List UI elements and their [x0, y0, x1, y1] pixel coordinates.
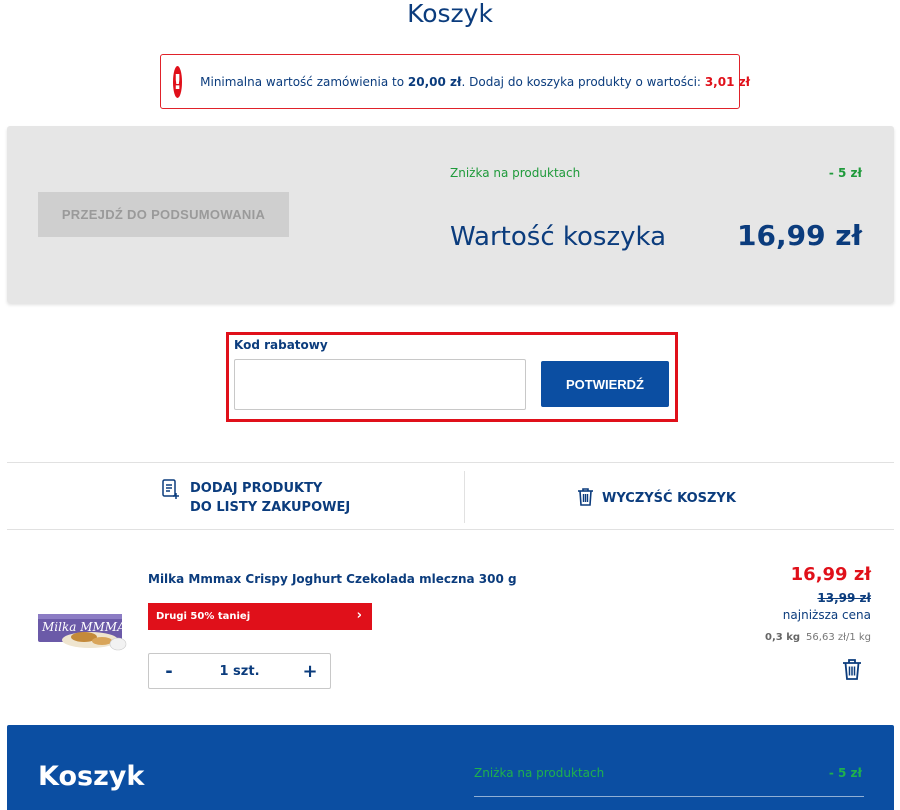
product-name[interactable]: Milka Mmmax Crispy Joghurt Czekolada mle… — [148, 572, 517, 586]
add-to-list-label: DODAJ PRODUKTY DO LISTY ZAKUPOWEJ — [190, 479, 350, 517]
promo-label: Drugi 50% taniej — [156, 611, 251, 622]
alert-prefix: Minimalna wartość zamówienia to — [200, 74, 405, 89]
confirm-coupon-button[interactable]: POTWIERDŹ — [541, 361, 669, 407]
actions-divider — [464, 471, 465, 523]
discount-value: - 5 zł — [828, 166, 862, 180]
cart-actions: DODAJ PRODUKTY DO LISTY ZAKUPOWEJ WYCZYŚ… — [7, 462, 894, 530]
clear-cart-button[interactable]: WYCZYŚĆ KOSZYK — [577, 487, 736, 510]
coupon-section: Kod rabatowy POTWIERDŹ — [226, 332, 678, 422]
discount-label: Zniżka na produktach — [450, 166, 581, 180]
product-weight-info: 0,3 kg 56,63 zł/1 kg — [765, 632, 871, 643]
product-old-price: 13,99 zł — [817, 591, 871, 605]
add-to-shopping-list-button[interactable]: DODAJ PRODUKTY DO LISTY ZAKUPOWEJ — [162, 479, 350, 517]
cart-value: 16,99 zł — [736, 219, 862, 252]
lowest-price-label: najniższa cena — [782, 608, 871, 622]
alert-min-value: 20,00 zł — [407, 74, 462, 89]
chevron-right-icon: › — [356, 608, 362, 623]
quantity-value: 1 szt. — [219, 663, 260, 679]
alert-message: Minimalna wartość zamówienia to 20,00 zł… — [200, 75, 750, 89]
trash-icon — [842, 659, 862, 684]
list-icon — [162, 479, 180, 503]
add-to-list-line1: DODAJ PRODUKTY — [190, 481, 323, 496]
product-price: 16,99 zł — [790, 564, 871, 585]
trash-icon — [577, 487, 594, 510]
alert-missing-value: 3,01 zł — [704, 74, 751, 89]
promo-badge[interactable]: Drugi 50% taniej › — [148, 603, 372, 630]
cart-item: Milka MMMAX Milka Mmmax Crispy Joghurt C… — [7, 540, 894, 710]
clear-cart-label: WYCZYŚĆ KOSZYK — [602, 491, 736, 506]
increase-quantity-button[interactable]: + — [302, 661, 318, 682]
sticky-discount-label: Zniżka na produktach — [474, 766, 605, 780]
product-image[interactable]: Milka MMMAX — [30, 600, 135, 658]
sticky-discount-value: - 5 zł — [828, 766, 862, 780]
coupon-input[interactable] — [234, 359, 526, 410]
cart-value-label: Wartość koszyka — [450, 222, 667, 252]
remove-item-button[interactable] — [842, 658, 862, 684]
sticky-cart-title: Koszyk — [38, 761, 145, 792]
page-title: Koszyk — [407, 0, 493, 28]
quantity-stepper: - 1 szt. + — [148, 653, 331, 689]
exclamation-icon: ! — [173, 65, 183, 98]
decrease-quantity-button[interactable]: - — [161, 661, 177, 682]
add-to-list-line2: DO LISTY ZAKUPOWEJ — [190, 500, 351, 515]
sticky-divider — [474, 796, 864, 797]
cart-summary-panel: PRZEJDŹ DO PODSUMOWANIA Zniżka na produk… — [7, 126, 894, 303]
checkout-button[interactable]: PRZEJDŹ DO PODSUMOWANIA — [38, 192, 289, 237]
sticky-cart-bar: Koszyk Zniżka na produktach - 5 zł — [7, 725, 894, 810]
product-weight: 0,3 kg — [765, 632, 801, 643]
product-brand-text: Milka MMMAX — [41, 620, 130, 634]
alert-middle: . Dodaj do koszyka produkty o wartości: — [461, 74, 701, 89]
unit-price: 56,63 zł/1 kg — [806, 632, 871, 643]
min-order-alert: ! Minimalna wartość zamówienia to 20,00 … — [160, 54, 750, 109]
coupon-label: Kod rabatowy — [234, 338, 328, 352]
